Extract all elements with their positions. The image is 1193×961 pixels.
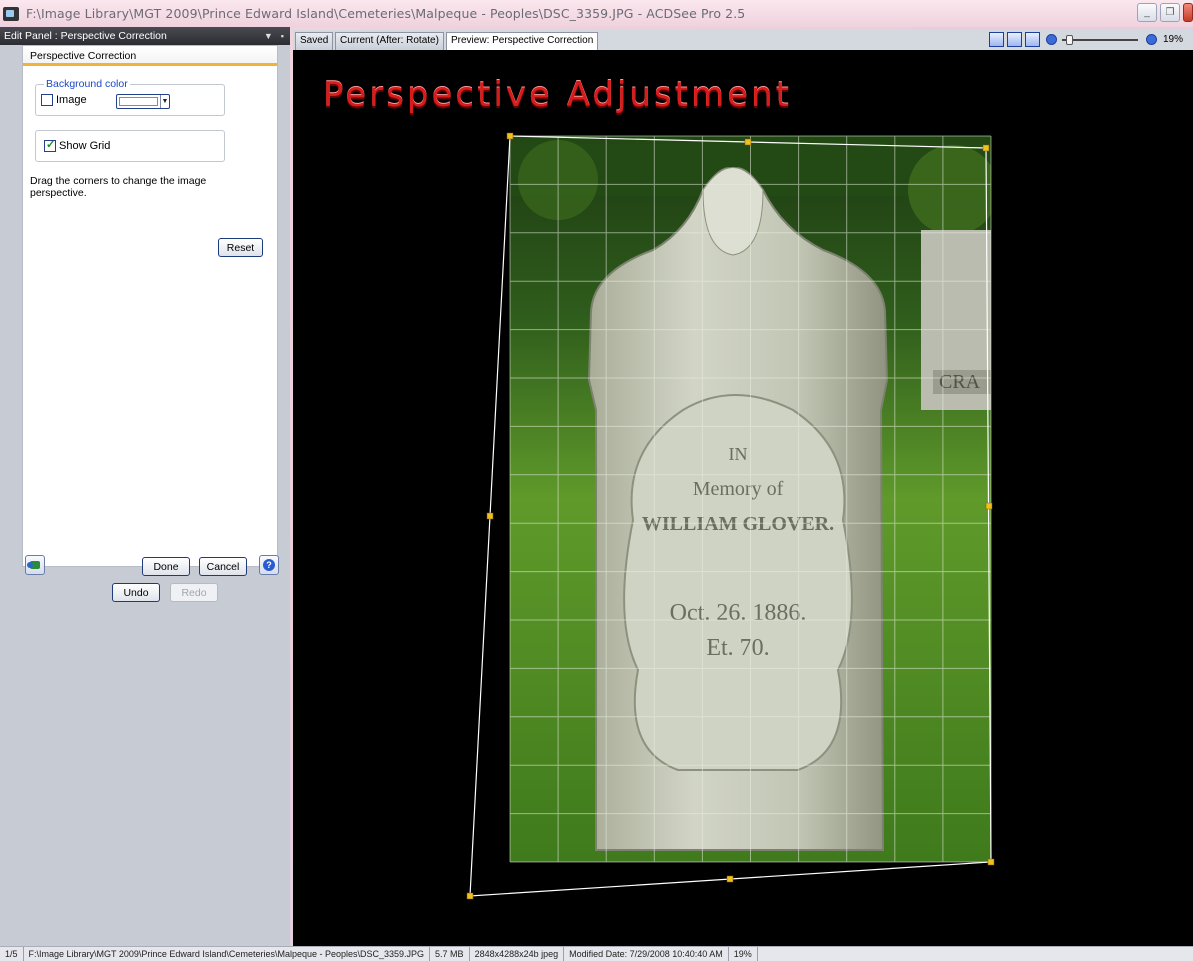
acdsee-app-icon[interactable] xyxy=(3,6,19,21)
edge-handle-right[interactable] xyxy=(985,502,993,510)
status-dims: 2848x4288x24b jpeg xyxy=(470,947,565,961)
show-grid-checkbox[interactable] xyxy=(44,138,56,152)
edit-panel-body: Perspective Correction Background color … xyxy=(22,45,278,567)
headstone-line-5: Et. 70. xyxy=(706,635,769,661)
photo-foliage xyxy=(908,145,991,235)
chevron-down-icon[interactable]: ▼ xyxy=(160,95,169,108)
background-color-picker[interactable]: ▼ xyxy=(116,94,170,109)
show-grid-label: Show Grid xyxy=(59,140,111,152)
tab-preview[interactable]: Preview: Perspective Correction xyxy=(446,32,599,50)
fit-width-icon[interactable] xyxy=(1024,32,1040,47)
image-checkbox[interactable] xyxy=(41,94,53,106)
zoom-level: 19% xyxy=(1162,34,1183,45)
edit-mode-button[interactable] xyxy=(25,555,45,575)
window-title: F:\Image Library\MGT 2009\Prince Edward … xyxy=(26,6,746,21)
image-checkbox-label: Image xyxy=(56,94,87,106)
fit-image-icon[interactable] xyxy=(1006,32,1022,47)
status-size: 5.7 MB xyxy=(430,947,470,961)
status-bar: 1/5 F:\Image Library\MGT 2009\Prince Edw… xyxy=(0,946,1193,961)
panel-pin-icon[interactable]: ▪ xyxy=(281,31,284,41)
headstone-line-3: WILLIAM GLOVER. xyxy=(642,513,834,535)
zoom-slider-knob[interactable] xyxy=(1065,34,1073,45)
reset-button[interactable]: Reset xyxy=(218,238,263,257)
color-swatch xyxy=(119,97,158,106)
help-icon: ? xyxy=(263,559,275,571)
edge-handle-left[interactable] xyxy=(486,512,494,520)
restore-icon[interactable]: ❐ xyxy=(1160,3,1180,22)
status-zoom: 19% xyxy=(729,947,758,961)
edit-panel-header: Edit Panel : Perspective Correction ▼ ▪ xyxy=(0,27,290,45)
edge-handle-top[interactable] xyxy=(744,138,752,146)
neighbor-stone-text: CRA xyxy=(939,371,981,393)
status-modified: Modified Date: 7/29/2008 10:40:40 AM xyxy=(564,947,729,961)
tab-perspective-correction[interactable]: Perspective Correction xyxy=(23,46,277,66)
headstone-line-2: Memory of xyxy=(693,478,784,500)
cancel-button[interactable]: Cancel xyxy=(199,557,247,576)
edge-handle-bottom[interactable] xyxy=(726,875,734,883)
corner-handle-top-right[interactable] xyxy=(982,144,990,152)
corner-handle-top-left[interactable] xyxy=(506,132,514,140)
window-controls: _ ❐ xyxy=(1137,3,1193,22)
background-color-legend: Background color xyxy=(44,78,130,90)
headstone-line-4: Oct. 26. 1886. xyxy=(670,600,807,626)
headstone-line-1: IN xyxy=(729,444,748,464)
undo-button[interactable]: Undo xyxy=(112,583,160,602)
edit-panel: Edit Panel : Perspective Correction ▼ ▪ … xyxy=(0,27,290,946)
help-text: Drag the corners to change the image per… xyxy=(30,175,207,199)
perspective-stage[interactable]: CRA IN Memory of WILLIAM GLOVER. Oct. 26… xyxy=(293,50,1193,946)
preview-tabstrip: Saved Current (After: Rotate) Preview: P… xyxy=(293,30,1193,50)
tab-current[interactable]: Current (After: Rotate) xyxy=(335,32,444,50)
preview-canvas: Perspective Adjustment CRA IN Memory of … xyxy=(293,50,1193,946)
help-button[interactable]: ? xyxy=(259,555,279,575)
edit-mode-icon xyxy=(27,561,40,569)
zoom-out-icon[interactable] xyxy=(1045,34,1057,45)
zoom-slider[interactable] xyxy=(1061,34,1138,45)
show-grid-group: Show Grid xyxy=(35,130,225,162)
photo: CRA IN Memory of WILLIAM GLOVER. Oct. 26… xyxy=(510,136,991,862)
corner-handle-bottom-left[interactable] xyxy=(466,892,474,900)
edit-panel-title: Edit Panel : Perspective Correction xyxy=(4,30,167,42)
status-position: 1/5 xyxy=(0,947,24,961)
minimize-icon[interactable]: _ xyxy=(1137,3,1157,22)
panel-menu-icon[interactable]: ▼ xyxy=(264,31,273,41)
done-button[interactable]: Done xyxy=(142,557,190,576)
status-path: F:\Image Library\MGT 2009\Prince Edward … xyxy=(24,947,431,961)
zoom-controls: 19% xyxy=(988,32,1183,47)
title-bar: F:\Image Library\MGT 2009\Prince Edward … xyxy=(0,0,1193,27)
redo-button: Redo xyxy=(170,583,218,602)
background-color-group: Background color Image ▼ xyxy=(35,78,225,116)
zoom-in-icon[interactable] xyxy=(1145,34,1157,45)
tab-saved[interactable]: Saved xyxy=(295,32,334,50)
corner-handle-bottom-right[interactable] xyxy=(987,858,995,866)
actual-size-icon[interactable] xyxy=(988,32,1004,47)
close-icon[interactable] xyxy=(1183,3,1193,22)
